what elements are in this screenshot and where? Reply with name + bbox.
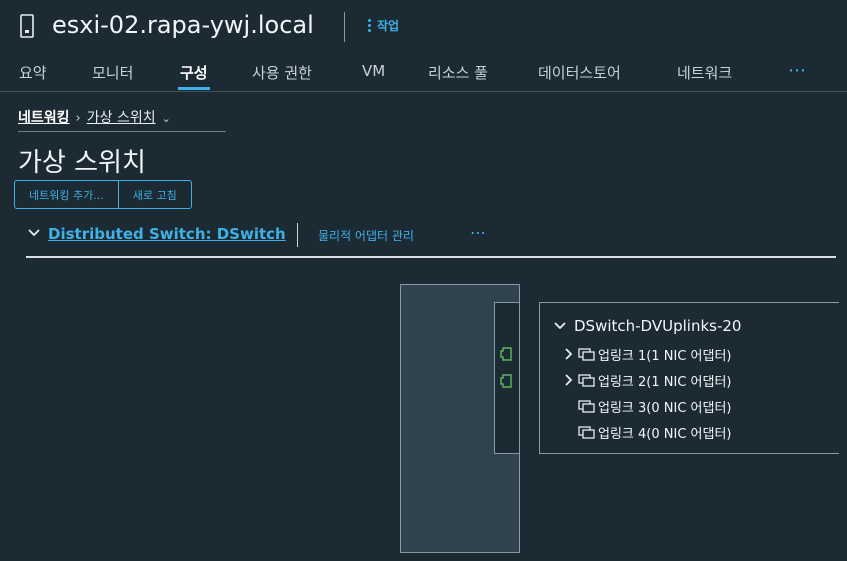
uplink-icon bbox=[578, 348, 595, 361]
host-title: esxi-02.rapa-ywj.local bbox=[52, 11, 314, 39]
uplink-row[interactable]: 업링크 3(0 NIC 어댑터) bbox=[564, 396, 731, 416]
breadcrumb-networking-link[interactable]: 네트워킹 bbox=[18, 107, 70, 127]
tab-resource-pools[interactable]: 리소스 풀 bbox=[428, 62, 488, 90]
breadcrumb-underline bbox=[18, 131, 226, 132]
tab-monitor[interactable]: 모니터 bbox=[92, 62, 133, 90]
kebab-vertical-icon bbox=[368, 19, 371, 32]
actions-menu-button[interactable]: 작업 bbox=[368, 17, 399, 34]
uplink-icon bbox=[578, 426, 595, 439]
uplink-label: 업링크 1(1 NIC 어댑터) bbox=[598, 348, 732, 364]
title-divider bbox=[344, 12, 345, 42]
chevron-down-icon bbox=[554, 322, 566, 330]
port-connected-icon[interactable] bbox=[500, 347, 514, 361]
uplink-label: 업링크 3(0 NIC 어댑터) bbox=[598, 400, 732, 416]
tab-summary[interactable]: 요약 bbox=[19, 62, 47, 90]
uplink-label: 업링크 4(0 NIC 어댑터) bbox=[598, 426, 732, 442]
uplink-group-name: DSwitch-DVUplinks-20 bbox=[574, 317, 742, 335]
tab-datastores[interactable]: 데이터스토어 bbox=[538, 62, 621, 90]
add-networking-button[interactable]: 네트워킹 추가... bbox=[15, 181, 118, 208]
chevron-down-icon[interactable]: ⌄ bbox=[162, 112, 171, 125]
uplink-icon bbox=[578, 374, 595, 387]
uplink-port-panel bbox=[494, 302, 520, 454]
tab-networks[interactable]: 네트워크 bbox=[677, 62, 732, 90]
toolbar-button-group: 네트워킹 추가... 새로 고침 bbox=[14, 180, 192, 209]
uplink-label: 업링크 2(1 NIC 어댑터) bbox=[598, 374, 732, 390]
distributed-switch-link[interactable]: Distributed Switch: DSwitch bbox=[48, 225, 286, 243]
uplink-row[interactable]: 업링크 1(1 NIC 어댑터) bbox=[564, 344, 731, 364]
tab-bar: 요약 모니터 구성 사용 권한 VM 리소스 풀 데이터스토어 네트워크 ⋯ bbox=[0, 58, 847, 92]
uplink-row[interactable]: 업링크 2(1 NIC 어댑터) bbox=[564, 370, 731, 390]
uplink-group-header[interactable]: DSwitch-DVUplinks-20 bbox=[554, 317, 741, 335]
uplink-icon bbox=[578, 400, 595, 413]
manage-physical-adapters-link[interactable]: 물리적 어댑터 관리 bbox=[318, 227, 414, 244]
actions-label: 작업 bbox=[377, 19, 400, 33]
port-connected-icon[interactable] bbox=[500, 374, 514, 388]
switch-more-button[interactable]: ⋯ bbox=[470, 223, 487, 242]
tabs-more-button[interactable]: ⋯ bbox=[788, 60, 807, 81]
tab-vms[interactable]: VM bbox=[362, 62, 385, 90]
host-server-icon bbox=[20, 14, 34, 38]
breadcrumb: 네트워킹 › 가상 스위치 ⌄ bbox=[18, 107, 171, 127]
refresh-button[interactable]: 새로 고침 bbox=[117, 181, 191, 208]
page-title: 가상 스위치 bbox=[18, 148, 146, 178]
switch-header-rule bbox=[26, 256, 836, 258]
collapse-chevron-icon[interactable] bbox=[27, 225, 41, 241]
uplink-row[interactable]: 업링크 4(0 NIC 어댑터) bbox=[564, 422, 731, 442]
tab-configure[interactable]: 구성 bbox=[178, 62, 210, 90]
chevron-right-icon[interactable] bbox=[564, 348, 574, 360]
breadcrumb-separator: › bbox=[75, 111, 81, 126]
tab-permissions[interactable]: 사용 권한 bbox=[252, 62, 312, 90]
switch-header-divider bbox=[297, 223, 298, 247]
uplink-group-box: DSwitch-DVUplinks-20 업링크 1(1 NIC 어댑터) 업링… bbox=[539, 302, 839, 454]
breadcrumb-virtual-switches[interactable]: 가상 스위치 bbox=[87, 107, 156, 127]
chevron-right-icon[interactable] bbox=[564, 374, 574, 386]
